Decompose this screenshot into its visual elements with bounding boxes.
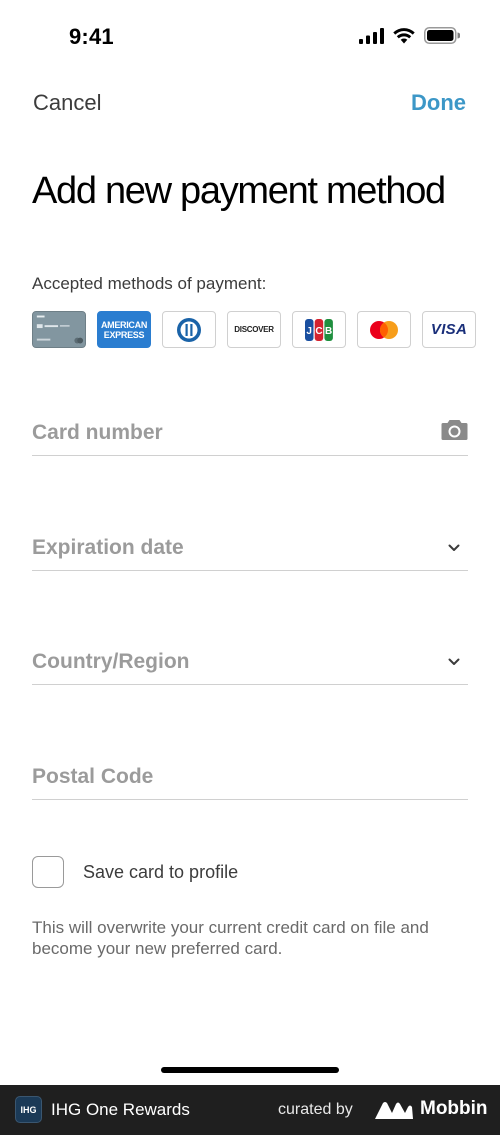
svg-text:J: J	[306, 326, 312, 337]
postal-code-placeholder: Postal Code	[32, 765, 154, 788]
amex-logo: AMERICAN EXPRESS	[97, 311, 151, 348]
chevron-down-icon	[448, 658, 460, 665]
save-card-row[interactable]: Save card to profile	[32, 856, 238, 888]
status-icons	[359, 27, 460, 44]
app-logo: IHG	[15, 1096, 42, 1123]
overwrite-note: This will overwrite your current credit …	[32, 918, 429, 958]
discover-logo-text: DISCOVER	[234, 325, 274, 334]
card-number-placeholder: Card number	[32, 421, 163, 444]
page-title: Add new payment method	[32, 170, 446, 212]
status-time: 9:41	[69, 24, 114, 49]
postal-code-field[interactable]: Postal Code	[32, 750, 468, 800]
expiration-date-placeholder: Expiration date	[32, 536, 184, 559]
mastercard-logo	[357, 311, 411, 348]
card-brand-list: AMERICAN EXPRESS DISCOVER J C B VISA	[32, 311, 476, 348]
app-logo-text: IHG	[20, 1104, 37, 1115]
ihg-card-logo	[32, 311, 86, 348]
ihg-card-icon	[33, 312, 85, 347]
cancel-button[interactable]: Cancel	[33, 90, 101, 116]
diners-club-logo	[162, 311, 216, 348]
country-region-field[interactable]: Country/Region	[32, 635, 468, 685]
app-name: IHG One Rewards	[51, 1100, 190, 1119]
jcb-icon: J C B	[305, 318, 333, 341]
footer-bar: IHG IHG One Rewards curated by Mobbin	[0, 1085, 500, 1135]
mobbin-logo-icon	[375, 1102, 413, 1119]
cellular-signal-icon	[359, 27, 384, 44]
curated-by-label: curated by	[278, 1101, 353, 1118]
wifi-icon	[393, 27, 415, 43]
visa-logo: VISA	[422, 311, 476, 348]
card-number-field[interactable]: Card number	[32, 406, 468, 456]
battery-icon	[424, 27, 460, 44]
mobbin-brand-name: Mobbin	[420, 1098, 488, 1119]
svg-text:C: C	[315, 326, 322, 337]
camera-icon[interactable]	[441, 419, 468, 441]
amex-logo-text: AMERICAN EXPRESS	[100, 319, 148, 340]
save-card-checkbox[interactable]	[32, 856, 64, 888]
jcb-logo: J C B	[292, 311, 346, 348]
chevron-down-icon	[448, 544, 460, 551]
save-card-label: Save card to profile	[83, 861, 239, 882]
svg-text:B: B	[325, 326, 332, 337]
mastercard-icon	[370, 320, 398, 339]
expiration-date-field[interactable]: Expiration date	[32, 521, 468, 571]
accepted-methods-label: Accepted methods of payment:	[32, 274, 267, 293]
country-region-placeholder: Country/Region	[32, 650, 190, 673]
diners-club-icon	[177, 317, 201, 342]
status-bar: 9:41	[0, 0, 500, 70]
done-button[interactable]: Done	[411, 90, 466, 116]
home-indicator	[161, 1067, 339, 1073]
discover-logo: DISCOVER	[227, 311, 281, 348]
visa-logo-text: VISA	[430, 321, 468, 338]
